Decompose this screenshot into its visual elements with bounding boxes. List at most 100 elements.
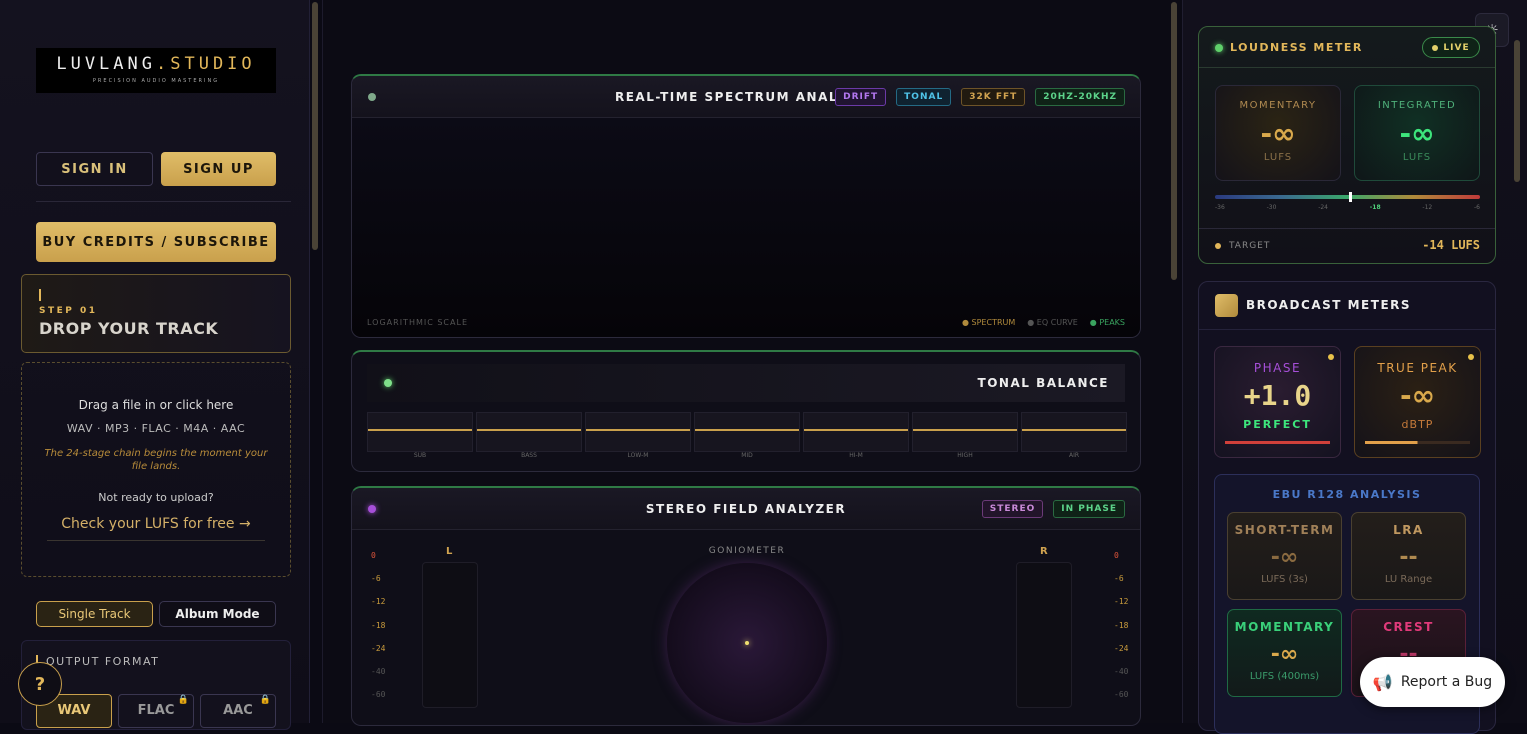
true-peak-unit: dBTP [1401, 418, 1434, 431]
momentary-box: MOMENTARY -∞ LUFS [1215, 85, 1341, 181]
ebu-momentary-box: MOMENTARY -∞ LUFS (400ms) [1227, 609, 1342, 697]
report-bug-label: Report a Bug [1400, 674, 1493, 690]
stereo-title: STEREO FIELD ANALYZER [645, 501, 847, 516]
db-scale-right: -40 [1114, 667, 1129, 676]
single-track-toggle[interactable]: Single Track [36, 601, 153, 627]
main-scrollbar[interactable] [1171, 2, 1177, 280]
target-dot [1215, 243, 1221, 249]
db-scale-left: 0 [371, 551, 376, 560]
buy-credits-button[interactable]: BUY CREDITS / SUBSCRIBE [36, 222, 276, 262]
db-scale-right: -18 [1114, 621, 1129, 630]
status-dot [1468, 354, 1474, 360]
phase-status: PERFECT [1243, 418, 1312, 431]
loudness-tick: -18 [1369, 204, 1381, 211]
right-channel-label: R [1040, 546, 1048, 557]
target-label: TARGET [1229, 241, 1271, 251]
step-title: DROP YOUR TRACK [39, 319, 219, 338]
loudness-tick: -6 [1474, 204, 1480, 211]
db-scale-right: -12 [1114, 597, 1129, 606]
integrated-box: INTEGRATED -∞ LUFS [1354, 85, 1480, 181]
tonal-header: TONAL BALANCE [367, 364, 1125, 402]
goniometer-dot [745, 641, 749, 645]
brand-logo: LUVLANG.STUDIO PRECISION AUDIO MASTERING [36, 48, 276, 93]
band-label: MID [741, 452, 753, 459]
live-dot [1432, 44, 1439, 51]
spectrum-legend: ● SPECTRUM ● EQ CURVE ● PEAKS [962, 318, 1125, 327]
band-meter [1021, 412, 1127, 452]
target-value: -14 LUFS [1422, 238, 1480, 252]
ebu-momentary-unit: LUFS (400ms) [1249, 671, 1320, 682]
integrated-unit: LUFS [1402, 152, 1432, 163]
tag-range[interactable]: 20HZ-20KHZ [1035, 88, 1125, 106]
sign-in-button[interactable]: SIGN IN [36, 152, 153, 186]
integrated-value: -∞ [1399, 117, 1435, 150]
band-label: HIGH [957, 452, 973, 459]
band-label: LOW-M [627, 452, 649, 459]
momentary-label: MOMENTARY [1239, 100, 1317, 111]
spectrum-panel: REAL-TIME SPECTRUM ANALYZER DRIFT TONAL … [351, 74, 1141, 338]
ebu-momentary-value: -∞ [1270, 642, 1299, 667]
left-channel-label: L [446, 546, 453, 557]
sign-up-button[interactable]: SIGN UP [161, 152, 276, 186]
format-aac-label: AAC [223, 703, 253, 718]
short-term-label: SHORT-TERM [1234, 523, 1335, 537]
tag-tonal[interactable]: TONAL [896, 88, 952, 106]
right-scrollbar[interactable] [1514, 40, 1520, 182]
format-flac-label: FLAC [137, 703, 175, 718]
tag-stereo[interactable]: STEREO [981, 500, 1044, 518]
report-bug-button[interactable]: 📢 Report a Bug [1360, 657, 1505, 707]
check-lufs-link[interactable]: Check your LUFS for free → [47, 516, 265, 541]
status-dot [368, 505, 376, 513]
left-scrollbar[interactable] [312, 2, 318, 250]
true-peak-value: -∞ [1400, 379, 1435, 412]
spectrum-header: REAL-TIME SPECTRUM ANALYZER DRIFT TONAL … [352, 76, 1140, 118]
tag-fft[interactable]: 32K FFT [961, 88, 1026, 106]
db-scale-left: -18 [371, 621, 386, 630]
status-dot [368, 93, 376, 101]
tag-drift[interactable]: DRIFT [835, 88, 887, 106]
db-scale-left: -6 [371, 574, 381, 583]
loudness-tick: -12 [1422, 204, 1433, 211]
db-scale-right: -6 [1114, 574, 1124, 583]
divider [1199, 67, 1495, 68]
help-button[interactable]: ? [18, 662, 62, 706]
true-peak-label: TRUE PEAK [1377, 361, 1458, 375]
brand-tagline: PRECISION AUDIO MASTERING [92, 78, 220, 84]
db-scale-right: 0 [1114, 551, 1119, 560]
true-peak-bar [1365, 441, 1470, 444]
stereo-header: STEREO FIELD ANALYZER STEREO IN PHASE [352, 488, 1140, 530]
megaphone-icon: 📢 [1372, 672, 1393, 692]
band-meter [585, 412, 691, 452]
step-accent [39, 289, 41, 301]
momentary-unit: LUFS [1263, 152, 1293, 163]
phase-bar [1225, 441, 1330, 444]
status-dot [1328, 354, 1334, 360]
stereo-field-panel: STEREO FIELD ANALYZER STEREO IN PHASE L … [351, 486, 1141, 726]
legend-spectrum: ● SPECTRUM [962, 318, 1016, 327]
drop-prompt: Drag a file in or click here [78, 398, 234, 412]
band-meter [694, 412, 800, 452]
album-mode-toggle[interactable]: Album Mode [159, 601, 276, 627]
lock-icon: 🔒 [259, 695, 271, 705]
divider [36, 201, 291, 202]
loudness-marker [1349, 192, 1352, 202]
lra-unit: LU Range [1384, 574, 1433, 585]
lock-icon: 🔒 [177, 695, 189, 705]
step-card: STEP 01 DROP YOUR TRACK [21, 274, 291, 353]
live-badge: LIVE [1422, 37, 1480, 58]
phase-box: PHASE +1.0 PERFECT [1214, 346, 1341, 458]
loudness-bar [1215, 195, 1480, 199]
legend-eq-curve: ● EQ CURVE [1027, 318, 1078, 327]
broadcast-icon [1215, 294, 1238, 317]
tag-in-phase[interactable]: IN PHASE [1053, 500, 1125, 518]
loudness-tick: -30 [1266, 204, 1277, 211]
brand-name: LUVLANG [56, 54, 156, 74]
status-dot [384, 379, 392, 387]
step-number: STEP 01 [39, 306, 98, 316]
band-label: BASS [521, 452, 537, 459]
band-label: SUB [413, 452, 427, 459]
file-dropzone[interactable]: Drag a file in or click here WAV · MP3 ·… [21, 362, 291, 577]
band-meter [912, 412, 1018, 452]
lra-box: LRA -- LU Range [1351, 512, 1466, 600]
divider [1199, 329, 1495, 330]
